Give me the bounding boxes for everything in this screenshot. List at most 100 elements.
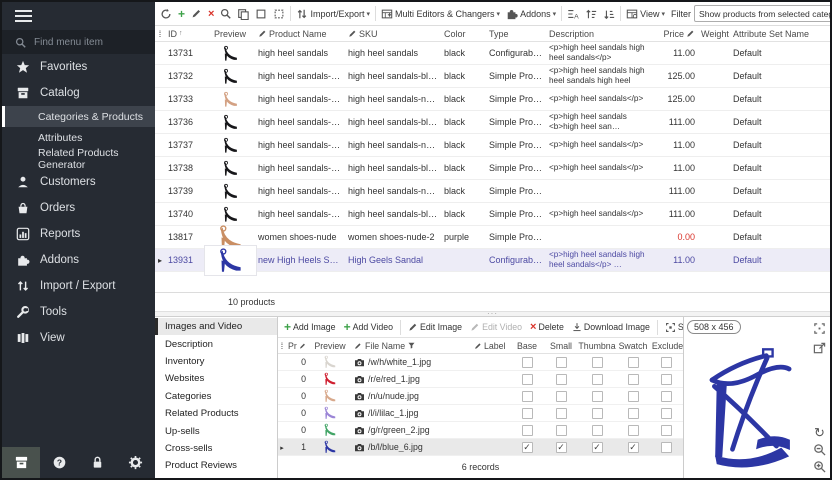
base-checkbox[interactable] [522,408,533,419]
column-position[interactable]: Pr [286,341,308,351]
image-row[interactable]: 1 /b/l/blue_6.jpg [278,439,683,456]
column-base[interactable]: Base [510,341,544,351]
column-swatch[interactable]: Swatch [616,341,650,351]
column-preview[interactable]: Preview [308,341,352,351]
delete-image-button[interactable]: ×Delete [527,321,567,333]
detail-tab[interactable]: Images and Video [155,318,277,335]
column-price[interactable]: Price [656,29,698,39]
gear-icon[interactable] [128,455,143,470]
detail-tab[interactable]: Cross-sells [155,440,277,457]
swatch-checkbox[interactable] [628,357,639,368]
table-row[interactable]: 13931 new High Heels Sandals High Geels … [155,249,830,272]
swatch-checkbox[interactable] [628,391,639,402]
rotate-icon[interactable]: ↻ [814,427,825,439]
column-label[interactable]: Label [472,341,510,351]
sort-asc-button[interactable] [582,7,600,21]
sidebar-subitem[interactable]: Categories & Products [2,106,155,127]
sidebar-item-orders[interactable]: Orders [2,195,155,221]
detail-tab[interactable]: Websites [155,370,277,387]
column-file-name[interactable]: File Name [352,341,472,351]
table-row[interactable]: 13737 high heel sandals-nude-36 high hee… [155,134,830,157]
thumbnail-checkbox[interactable] [592,442,603,453]
sidebar-item-customers[interactable]: Customers [2,169,155,195]
sidebar-item-tools[interactable]: Tools [2,299,155,325]
image-row[interactable]: 0 /r/e/red_1.jpg [278,371,683,388]
download-image-button[interactable]: Download Image [569,321,653,333]
zoom-out-icon[interactable] [813,443,826,456]
table-row[interactable]: 13732 high heel sandals-black high heel … [155,65,830,88]
help-icon[interactable] [52,455,67,470]
edit-image-button[interactable]: Edit Image [405,321,465,333]
thumbnail-checkbox[interactable] [592,357,603,368]
base-checkbox[interactable] [522,442,533,453]
base-checkbox[interactable] [522,391,533,402]
exclude-checkbox[interactable] [661,442,672,453]
detail-tab[interactable]: Product Reviews [155,457,277,474]
filter-select[interactable]: Show products from selected categories▾ [694,5,830,22]
swatch-checkbox[interactable] [628,374,639,385]
add-image-button[interactable]: +Add Image [281,321,339,333]
edit-product-button[interactable] [188,7,205,20]
small-checkbox[interactable] [556,425,567,436]
column-id[interactable]: ID↑ [165,29,205,39]
exclude-checkbox[interactable] [661,374,672,385]
sidebar-item-favorites[interactable]: Favorites [2,54,155,80]
column-sku[interactable]: SKU [345,29,441,39]
select-button[interactable] [270,7,288,21]
sidebar-item-addons[interactable]: Addons [2,247,155,273]
image-row[interactable]: 0 /w/h/white_1.jpg [278,354,683,371]
small-checkbox[interactable] [556,408,567,419]
table-row[interactable]: 13740 high heel sandals-black-38 high he… [155,203,830,226]
column-type[interactable]: Type [486,29,546,39]
column-preview[interactable]: Preview [205,29,255,39]
addons-menu[interactable]: Addons▾ [503,7,559,21]
table-row[interactable]: 13736 high heel sandals-black-36 high he… [155,111,830,134]
small-checkbox[interactable] [556,391,567,402]
detail-tab[interactable]: Related Products [155,405,277,422]
column-weight[interactable]: Weight [698,29,730,39]
small-checkbox[interactable] [556,357,567,368]
import-export-menu[interactable]: Import/Export▾ [293,7,373,21]
menu-search-input[interactable]: Find menu item [2,30,155,54]
exclude-checkbox[interactable] [661,391,672,402]
exclude-checkbox[interactable] [661,408,672,419]
column-small[interactable]: Small [544,341,578,351]
table-row[interactable]: 13731 high heel sandals high heel sandal… [155,42,830,65]
multi-editors-menu[interactable]: Multi Editors & Changers▾ [378,7,503,21]
delete-product-button[interactable]: × [205,8,217,20]
search-button[interactable] [217,7,234,20]
table-row[interactable]: 13738 high heel sandals-black-37 high he… [155,157,830,180]
detail-tab[interactable]: Inventory [155,353,277,370]
refresh-button[interactable] [157,7,175,21]
copy-button[interactable] [234,7,252,21]
detail-tab[interactable]: Categories [155,388,277,405]
base-checkbox[interactable] [522,374,533,385]
sort-az-button[interactable] [564,7,582,21]
edit-video-button[interactable]: Edit Video [467,321,525,333]
exclude-checkbox[interactable] [661,357,672,368]
zoom-in-icon[interactable] [813,460,826,473]
sidebar-item-catalog[interactable]: Catalog [2,80,155,106]
lock-icon[interactable] [90,455,105,470]
image-row[interactable]: 0 /l/i/lilac_1.jpg [278,405,683,422]
column-thumbnail[interactable]: Thumbna [578,341,616,351]
sidebar-subitem[interactable]: Related Products Generator [2,148,155,169]
table-row[interactable]: 13733 high heel sandals-nude high heel s… [155,88,830,111]
sidebar-item-reports[interactable]: Reports [2,221,155,247]
base-checkbox[interactable] [522,357,533,368]
swatch-checkbox[interactable] [628,425,639,436]
base-checkbox[interactable] [522,425,533,436]
store-button[interactable] [2,447,40,478]
fit-to-window-icon[interactable] [813,322,826,335]
table-row[interactable]: 13739 high heel sandals-nude-37 high hee… [155,180,830,203]
view-menu[interactable]: View▾ [623,7,668,21]
paste-button[interactable] [252,7,270,21]
open-external-icon[interactable] [813,342,826,355]
sidebar-item-import-export[interactable]: Import / Export [2,273,155,299]
add-product-button[interactable]: + [175,8,188,20]
sidebar-subitem[interactable]: Attributes [2,127,155,148]
image-row[interactable]: 0 /g/r/green_2.jpg [278,422,683,439]
column-product-name[interactable]: Product Name [255,29,345,39]
thumbnail-checkbox[interactable] [592,391,603,402]
exclude-checkbox[interactable] [661,425,672,436]
